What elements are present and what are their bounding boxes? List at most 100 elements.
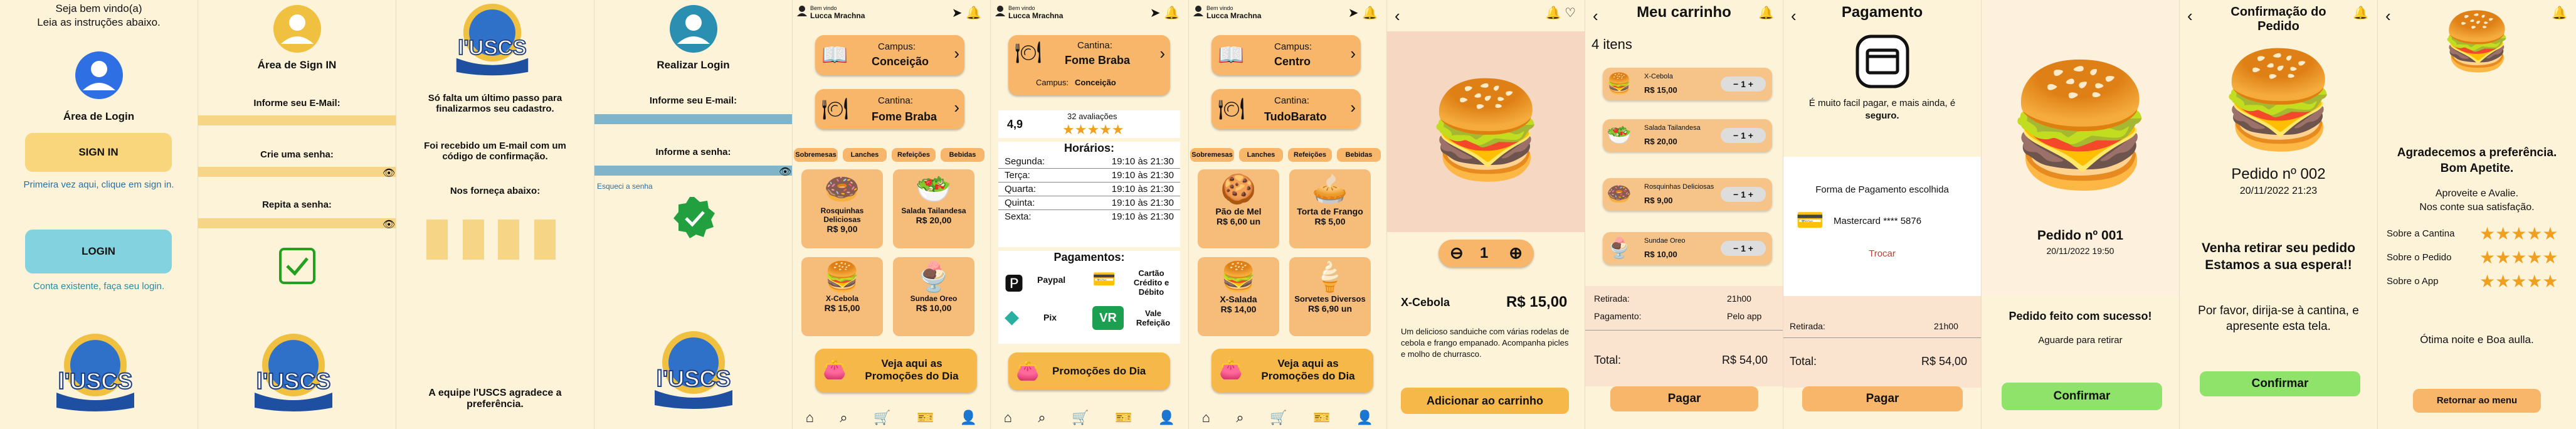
bell-icon[interactable]: 🔔 [1164, 6, 1180, 20]
back-arrow-icon[interactable]: ‹ [2187, 6, 2193, 26]
category-tab[interactable]: Refeições [1288, 148, 1332, 162]
category-tab[interactable]: Refeições [892, 148, 936, 162]
ticket-icon[interactable]: 🎫 [917, 410, 934, 426]
promo-label: Veja aqui as Promoções do Dia [1261, 358, 1355, 382]
bell-icon[interactable]: 🔔 [1758, 5, 1774, 21]
quantity-stepper[interactable]: − 1 + [1721, 241, 1766, 256]
search-icon[interactable]: ⌕ [840, 410, 847, 426]
code-digit-4[interactable] [534, 220, 556, 260]
password-label: Informe a senha: [655, 147, 731, 157]
category-tab[interactable]: Lanches [843, 148, 887, 162]
checkbox-checked-icon[interactable] [278, 247, 316, 285]
add-to-cart-button[interactable]: Adicionar ao carrinho [1401, 388, 1569, 414]
product-price: R$ 9,00 [826, 224, 858, 234]
confirm-button[interactable]: Confirmar [2200, 371, 2360, 396]
password-field[interactable] [198, 167, 396, 177]
plus-icon[interactable]: ⊕ [1509, 243, 1523, 263]
product-card[interactable]: 🍔 X-Salada R$ 14,00 [1198, 257, 1279, 336]
campus-label: Campus: [1274, 41, 1312, 52]
quantity-stepper[interactable]: − 1 + [1721, 77, 1766, 92]
send-icon[interactable]: ➤ [1150, 6, 1161, 20]
promo-button[interactable]: 👛 Veja aqui as Promoções do Dia [815, 349, 977, 393]
login-button[interactable]: LOGIN [25, 230, 172, 273]
ticket-icon[interactable]: 🎫 [1115, 410, 1132, 426]
quantity-stepper[interactable]: − 1 + [1721, 128, 1766, 143]
eye-icon[interactable]: 👁 [779, 166, 791, 178]
bell-icon[interactable]: 🔔 [1546, 6, 1561, 20]
pie-icon: 🥧 [1312, 172, 1348, 205]
promo-label: Veja aqui as Promoções do Dia [865, 358, 959, 382]
send-icon[interactable]: ➤ [952, 6, 963, 20]
campus-selector[interactable]: 📖 Campus: Conceição › [815, 35, 964, 75]
cart-item[interactable]: 🥗 Salada Tailandesa R$ 20,00 − 1 + [1603, 119, 1772, 152]
profile-icon[interactable]: 👤 [1158, 410, 1175, 426]
hours-row: Quarta: 19:10 às 21:30 [998, 183, 1180, 196]
rating-stars[interactable]: ★★★★★ [2479, 271, 2558, 292]
rating-stars[interactable]: ★★★★★ [2479, 247, 2558, 268]
cart-item[interactable]: 🍔 X-Cebola R$ 15,00 − 1 + [1603, 68, 1772, 100]
ticket-icon[interactable]: 🎫 [1313, 410, 1330, 426]
return-menu-button[interactable]: Retornar ao menu [2413, 389, 2541, 413]
product-card[interactable]: 🍦 Sorvetes Diversos R$ 6,90 un [1289, 257, 1371, 336]
code-digit-1[interactable] [426, 220, 448, 260]
category-tab[interactable]: Sobremesas [1190, 148, 1234, 162]
home-icon[interactable]: ⌂ [1004, 410, 1012, 426]
cart-icon[interactable]: 🛒 [1270, 410, 1287, 426]
cart-item[interactable]: 🍨 Sundae Oreo R$ 10,00 − 1 + [1603, 232, 1772, 265]
product-card[interactable]: 🥗 Salada Tailandesa R$ 20,00 [893, 169, 974, 248]
code-digit-3[interactable] [498, 220, 519, 260]
profile-icon[interactable]: 👤 [1356, 410, 1373, 426]
promo-button[interactable]: 👛 Veja aqui as Promoções do Dia [1211, 349, 1373, 393]
confirm-button[interactable]: Confirmar [2002, 383, 2162, 410]
promo-button[interactable]: 👛 Promoções do Dia [1008, 352, 1170, 390]
cart-icon[interactable]: 🛒 [1072, 410, 1089, 426]
profile-icon[interactable]: 👤 [960, 410, 977, 426]
pay-button[interactable]: Pagar [1610, 386, 1758, 411]
category-tab[interactable]: Bebidas [1337, 148, 1381, 162]
category-tab[interactable]: Bebidas [941, 148, 984, 162]
quantity-stepper[interactable]: ⊖ 1 ⊕ [1438, 240, 1534, 267]
bell-icon[interactable]: 🔔 [1362, 6, 1378, 20]
search-icon[interactable]: ⌕ [1038, 410, 1045, 426]
send-icon[interactable]: ➤ [1348, 6, 1359, 20]
pay-button[interactable]: Pagar [1802, 386, 1963, 411]
rating-stars[interactable]: ★★★★★ [2479, 223, 2558, 244]
cantina-selector[interactable]: 🍽 Cantina: Fome Braba › [815, 89, 964, 129]
forgot-password-link[interactable]: Esqueci a senha [597, 182, 653, 191]
home-icon[interactable]: ⌂ [806, 410, 814, 426]
product-card[interactable]: 🍔 X-Cebola R$ 15,00 [801, 257, 883, 336]
password-field[interactable] [594, 166, 792, 176]
change-link[interactable]: Trocar [1783, 248, 1981, 259]
back-arrow-icon[interactable]: ‹ [1395, 6, 1400, 26]
home-icon[interactable]: ⌂ [1202, 410, 1210, 426]
product-card[interactable]: 🍪 Pão de Mel R$ 6,00 un [1198, 169, 1279, 248]
heart-icon[interactable]: ♡ [1565, 6, 1576, 20]
campus-label: Campus: [878, 41, 916, 52]
category-tab[interactable]: Sobremesas [794, 148, 838, 162]
donut-icon: 🍩 [824, 172, 860, 205]
sign-in-button[interactable]: SIGN IN [25, 133, 172, 172]
email-field[interactable] [198, 115, 396, 125]
category-tab[interactable]: Lanches [1239, 148, 1283, 162]
email-label: Informe seu E-mail: [649, 95, 737, 106]
cantina-selector[interactable]: 🍽 Cantina: TudoBarato › [1211, 89, 1361, 129]
security-note: É muito facil pagar, e mais ainda, é [1808, 98, 1956, 109]
search-icon[interactable]: ⌕ [1236, 410, 1243, 426]
payment-method: Vale Refeição [1136, 309, 1171, 327]
cart-icon[interactable]: 🛒 [874, 410, 890, 426]
credit-card-icon: 💳 [1092, 269, 1116, 290]
cart-item[interactable]: 🍩 Rosquinhas Deliciosas R$ 9,00 − 1 + [1603, 178, 1772, 211]
bell-icon[interactable]: 🔔 [2353, 5, 2368, 21]
eye-icon[interactable]: 👁 [383, 218, 395, 231]
eye-icon[interactable]: 👁 [383, 167, 395, 179]
product-card[interactable]: 🥧 Torta de Frango R$ 5,00 [1289, 169, 1371, 248]
product-card[interactable]: 🍩 Rosquinhas Deliciosas R$ 9,00 [801, 169, 883, 248]
minus-icon[interactable]: ⊖ [1450, 243, 1464, 263]
email-field[interactable] [594, 114, 792, 124]
bell-icon[interactable]: 🔔 [966, 6, 981, 20]
product-card[interactable]: 🍨 Sundae Oreo R$ 10,00 [893, 257, 974, 336]
campus-selector[interactable]: 📖 Campus: Centro › [1211, 35, 1361, 75]
quantity-stepper[interactable]: − 1 + [1721, 187, 1766, 202]
repeat-password-field[interactable] [198, 218, 396, 228]
code-digit-2[interactable] [463, 220, 484, 260]
